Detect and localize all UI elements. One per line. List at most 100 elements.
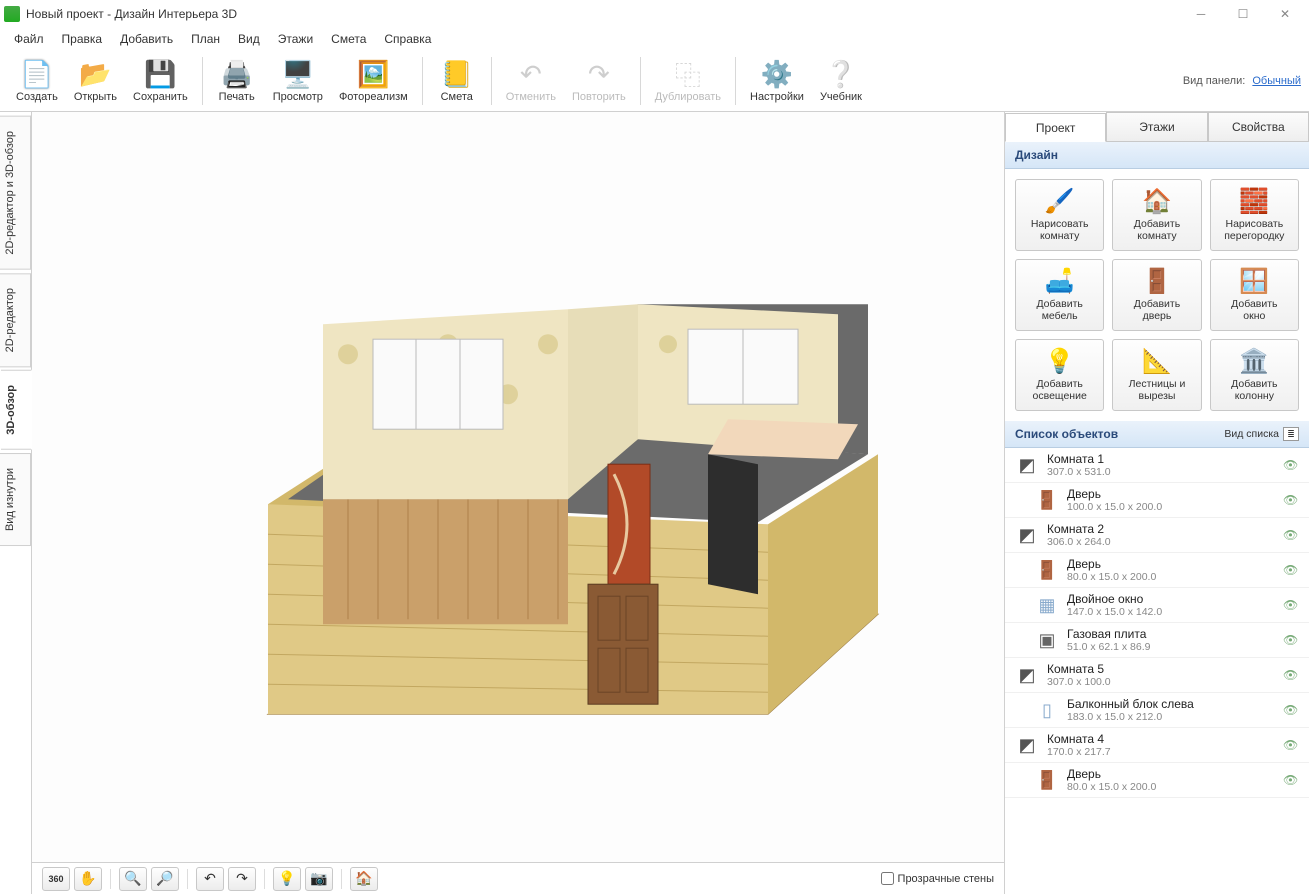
view-360-button[interactable]: 360 [42,867,70,891]
zoom-out-button[interactable]: 🔎 [151,867,179,891]
objects-list: ◩Комната 1307.0 x 531.0👁🚪Дверь100.0 x 15… [1005,448,1309,894]
menu-2[interactable]: Добавить [114,30,179,48]
ltab-both[interactable]: 2D-редактор и 3D-обзор [0,116,31,270]
rtab-project[interactable]: Проект [1005,113,1106,142]
visibility-icon[interactable]: 👁 [1283,598,1301,612]
design-add-window-button[interactable]: 🪟Добавитьокно [1210,259,1299,331]
list-mode-icon[interactable]: ≣ [1283,427,1299,441]
object-icon: ▦ [1035,593,1059,617]
ltab-2d[interactable]: 2D-редактор [0,273,31,367]
tb-settings-button[interactable]: ⚙️Настройки [742,56,812,105]
rtab-props[interactable]: Свойства [1208,112,1309,141]
minimize-button[interactable]: ─ [1181,2,1221,26]
design-add-furn-button[interactable]: 🛋️Добавитьмебель [1015,259,1104,331]
menu-3[interactable]: План [185,30,226,48]
settings-icon: ⚙️ [761,58,793,90]
design-add-column-button[interactable]: 🏛️Добавитьколонну [1210,339,1299,411]
object-item[interactable]: ▣Газовая плита51.0 x 62.1 x 86.9👁 [1005,623,1309,658]
object-name: Комната 4 [1047,732,1283,746]
object-name: Газовая плита [1067,627,1283,641]
menu-0[interactable]: Файл [8,30,50,48]
visibility-icon[interactable]: 👁 [1283,528,1301,542]
toolbar: 📄Создать📂Открыть💾Сохранить 🖨️Печать🖥️Прос… [0,50,1309,112]
tb-estimate-button[interactable]: 📒Смета [429,56,485,105]
view-mode-tabs: 2D-редактор и 3D-обзор2D-редактор3D-обзо… [0,112,32,894]
ltab-inside[interactable]: Вид изнутри [0,453,31,546]
app-icon [4,6,20,22]
object-name: Комната 5 [1047,662,1283,676]
tb-create-button[interactable]: 📄Создать [8,56,66,105]
object-icon: ◩ [1015,733,1039,757]
object-dims: 183.0 x 15.0 x 212.0 [1067,711,1283,723]
object-item[interactable]: ▯Балконный блок слева183.0 x 15.0 x 212.… [1005,693,1309,728]
visibility-icon[interactable]: 👁 [1283,633,1301,647]
snapshot-button[interactable]: 📷 [305,867,333,891]
object-dims: 51.0 x 62.1 x 86.9 [1067,641,1283,653]
objects-header: Список объектов Вид списка ≣ [1005,421,1309,448]
draw-wall-icon: 🧱 [1238,188,1270,216]
object-item[interactable]: ◩Комната 1307.0 x 531.0👁 [1005,448,1309,483]
design-header-label: Дизайн [1015,148,1058,162]
menu-7[interactable]: Справка [378,30,437,48]
add-light-icon: 💡 [1044,348,1076,376]
tb-tutorial-button[interactable]: ❔Учебник [812,56,870,105]
ltab-3d[interactable]: 3D-обзор [1,370,32,450]
room-3d-model [148,154,888,794]
menu-6[interactable]: Смета [325,30,372,48]
light-button[interactable]: 💡 [273,867,301,891]
rtab-floors[interactable]: Этажи [1106,112,1207,141]
menu-5[interactable]: Этажи [272,30,319,48]
pan-button[interactable]: ✋ [74,867,102,891]
tb-redo-button: ↷Повторить [564,56,634,105]
object-item[interactable]: ◩Комната 2306.0 x 264.0👁 [1005,518,1309,553]
rotate-left-button[interactable]: ↶ [196,867,224,891]
object-item[interactable]: 🚪Дверь80.0 x 15.0 x 200.0👁 [1005,553,1309,588]
design-add-stairs-button[interactable]: 📐Лестницы ивырезы [1112,339,1201,411]
visibility-icon[interactable]: 👁 [1283,493,1301,507]
object-item[interactable]: ◩Комната 4170.0 x 217.7👁 [1005,728,1309,763]
object-icon: 🚪 [1035,768,1059,792]
close-button[interactable]: ✕ [1265,2,1305,26]
object-item[interactable]: ◩Комната 5307.0 x 100.0👁 [1005,658,1309,693]
tb-save-button[interactable]: 💾Сохранить [125,56,196,105]
transparent-walls-toggle[interactable]: Прозрачные стены [881,872,994,885]
tb-preview-button[interactable]: 🖥️Просмотр [265,56,331,105]
design-draw-room-button[interactable]: 🖌️Нарисоватькомнату [1015,179,1104,251]
tb-photo-button[interactable]: 🖼️Фотореализм [331,56,416,105]
visibility-icon[interactable]: 👁 [1283,738,1301,752]
design-add-door-button[interactable]: 🚪Добавитьдверь [1112,259,1201,331]
object-item[interactable]: 🚪 Дверь80.0 x 15.0 x 200.0👁 [1005,763,1309,798]
object-name: Двойное окно [1067,592,1283,606]
redo-icon: ↷ [583,58,615,90]
visibility-icon[interactable]: 👁 [1283,703,1301,717]
menu-4[interactable]: Вид [232,30,266,48]
design-draw-wall-button[interactable]: 🧱Нарисоватьперегородку [1210,179,1299,251]
right-panel: ПроектЭтажиСвойства Дизайн 🖌️Нарисоватьк… [1005,112,1309,894]
object-item[interactable]: ▦Двойное окно147.0 x 15.0 x 142.0👁 [1005,588,1309,623]
visibility-icon[interactable]: 👁 [1283,458,1301,472]
visibility-icon[interactable]: 👁 [1283,563,1301,577]
transparent-walls-checkbox[interactable] [881,872,894,885]
object-dims: 80.0 x 15.0 x 200.0 [1067,781,1283,793]
3d-canvas[interactable] [32,112,1004,862]
add-door-icon: 🚪 [1141,268,1173,296]
panel-mode-link[interactable]: Обычный [1252,75,1301,87]
home-button[interactable]: 🏠 [350,867,378,891]
object-dims: 80.0 x 15.0 x 200.0 [1067,571,1283,583]
design-add-light-button[interactable]: 💡Добавитьосвещение [1015,339,1104,411]
object-item[interactable]: 🚪Дверь100.0 x 15.0 x 200.0👁 [1005,483,1309,518]
tb-print-button[interactable]: 🖨️Печать [209,56,265,105]
object-name: Дверь [1067,767,1283,781]
window-title: Новый проект - Дизайн Интерьера 3D [26,7,1181,21]
tutorial-icon: ❔ [825,58,857,90]
menu-1[interactable]: Правка [56,30,109,48]
tb-open-button[interactable]: 📂Открыть [66,56,125,105]
rotate-right-button[interactable]: ↷ [228,867,256,891]
maximize-button[interactable]: ☐ [1223,2,1263,26]
design-add-room-button[interactable]: 🏠Добавитькомнату [1112,179,1201,251]
add-column-icon: 🏛️ [1238,348,1270,376]
panel-mode-label: Вид панели: [1183,75,1245,87]
visibility-icon[interactable]: 👁 [1283,773,1301,787]
visibility-icon[interactable]: 👁 [1283,668,1301,682]
zoom-in-button[interactable]: 🔍 [119,867,147,891]
